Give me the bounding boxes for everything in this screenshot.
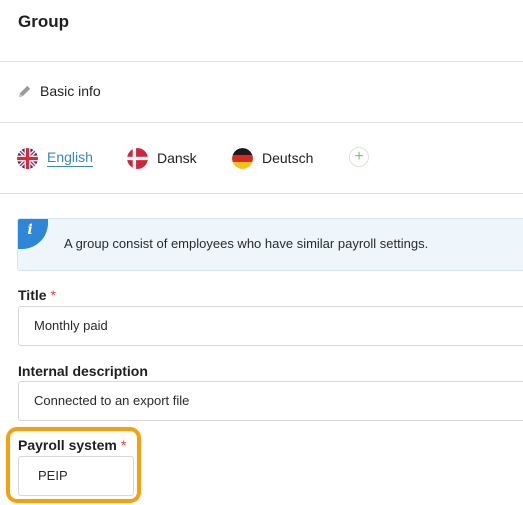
title-label: Title *	[18, 287, 56, 303]
language-tabs: English Dansk Deutsch	[0, 123, 523, 194]
title-input[interactable]: Monthly paid	[18, 306, 523, 346]
highlight-box	[6, 427, 141, 503]
denmark-flag-icon	[127, 147, 148, 169]
page-header: Group	[0, 0, 523, 62]
info-banner: i A group consist of employees who have …	[17, 218, 523, 271]
uk-flag-icon	[17, 147, 38, 169]
tab-deutsch[interactable]: Deutsch	[232, 147, 313, 169]
tab-dansk-label: Dansk	[157, 150, 197, 166]
basic-info-section[interactable]: Basic info	[0, 62, 523, 123]
pencil-icon	[18, 85, 31, 98]
plus-icon: +	[354, 148, 364, 165]
tab-english[interactable]: English	[17, 147, 93, 169]
required-marker: *	[50, 287, 56, 303]
add-language-button[interactable]: +	[349, 147, 369, 167]
germany-flag-icon	[232, 147, 253, 169]
internal-description-input[interactable]: Connected to an export file	[18, 381, 523, 421]
info-text: A group consist of employees who have si…	[64, 236, 429, 251]
tab-deutsch-label: Deutsch	[262, 150, 314, 166]
page-title: Group	[18, 12, 69, 31]
tab-english-label: English	[47, 149, 93, 167]
tab-dansk[interactable]: Dansk	[127, 147, 197, 169]
basic-info-label: Basic info	[40, 83, 101, 99]
description-label: Internal description	[18, 363, 148, 379]
info-icon: i	[18, 219, 48, 249]
